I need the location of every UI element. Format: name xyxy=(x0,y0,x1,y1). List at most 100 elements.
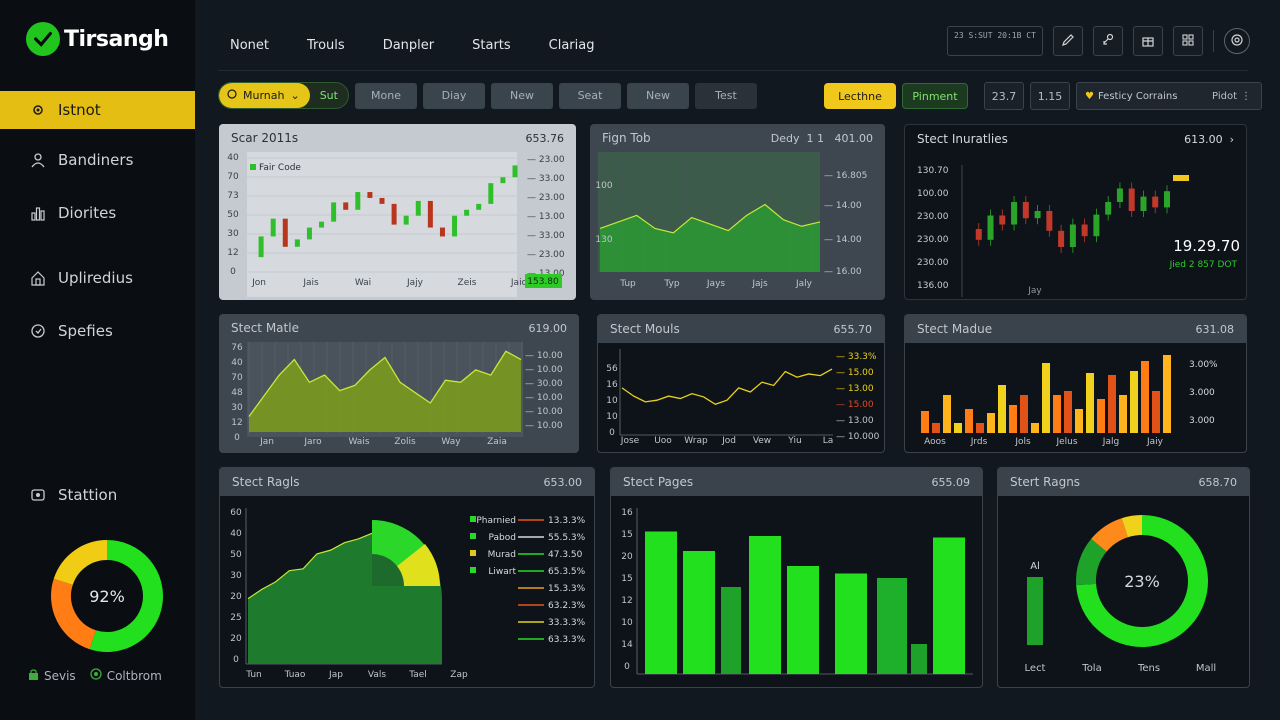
candle xyxy=(343,202,349,210)
link-button[interactable] xyxy=(1093,26,1123,56)
x-tick: Jay xyxy=(1027,286,1042,296)
ragls-area-chart: 60 40 50 30 20 25 20 0 Pharnied Pabod Murad Liwart 1… xyxy=(230,508,586,680)
y-tick-right: — 13.00 xyxy=(836,384,874,394)
grid-icon xyxy=(1181,32,1195,51)
x-tick: Jaly xyxy=(795,279,813,289)
sidebar-item-label: Istnot xyxy=(58,101,101,119)
app-title: Tirsangh xyxy=(64,26,169,52)
x-tick: Tael xyxy=(408,670,427,680)
candle xyxy=(464,209,470,216)
candle xyxy=(319,221,325,228)
value-box[interactable]: 23.7 xyxy=(984,82,1024,110)
y-tick: 73 xyxy=(227,191,238,201)
app-logo[interactable]: Tirsangh xyxy=(26,22,169,56)
bar xyxy=(1009,405,1017,433)
sidebar-item-bandiners[interactable]: Bandiners xyxy=(0,141,195,179)
x-tick: Tens xyxy=(1137,663,1160,674)
bar xyxy=(1053,395,1061,433)
panel-ragls: Stect Ragls 653.00 60 40 50 30 20 25 20 0 Pharni… xyxy=(219,467,595,688)
candle xyxy=(379,197,385,204)
bar xyxy=(1141,361,1149,433)
value-box[interactable]: 1.15 xyxy=(1030,82,1070,110)
bar xyxy=(1064,391,1072,433)
candle xyxy=(512,165,518,178)
y-tick: 10 xyxy=(621,618,633,628)
pen-button[interactable] xyxy=(1053,26,1083,56)
topnav-item[interactable]: Nonet xyxy=(230,38,269,53)
bar xyxy=(998,385,1006,433)
candle xyxy=(294,239,300,247)
bar xyxy=(911,644,927,674)
y-tick: 40 xyxy=(230,529,242,539)
bar xyxy=(749,536,781,674)
topnav-item[interactable]: Starts xyxy=(472,38,511,53)
pinment-button[interactable]: Pinment xyxy=(902,83,968,109)
topnav-item[interactable]: Trouls xyxy=(307,38,345,53)
sevis-link[interactable]: Sevis xyxy=(28,669,76,683)
candle xyxy=(488,183,494,204)
filter-chip[interactable]: Seat xyxy=(558,82,621,109)
topnav-item[interactable]: Danpler xyxy=(383,38,434,53)
bar xyxy=(1086,373,1094,433)
x-tick: Jajs xyxy=(751,279,768,289)
sidebar-item-stattion[interactable]: Stattion xyxy=(0,476,195,514)
lecthne-button[interactable]: Lecthne xyxy=(824,83,896,109)
sidebar-item-diorites[interactable]: Diorites xyxy=(0,194,195,232)
sidebar-item-label: Spefies xyxy=(58,322,113,340)
candle xyxy=(415,200,421,216)
lock-icon xyxy=(28,668,39,683)
y-tick-right: — 13.00 xyxy=(527,212,565,222)
panel-fign: Fign Tob Dedy 1 1 401.00 100 130— 16.805—… xyxy=(590,124,885,300)
more-icon[interactable]: ⋮ xyxy=(1241,91,1251,102)
candle xyxy=(500,177,506,184)
y-tick: 0 xyxy=(624,662,630,672)
segment-other[interactable]: Sut xyxy=(310,83,348,108)
x-tick: La xyxy=(823,436,834,446)
sidebar-item-upliredius[interactable]: Upliredius xyxy=(0,259,195,297)
candle xyxy=(258,236,264,258)
x-tick: Zap xyxy=(450,670,468,680)
x-tick: Tup xyxy=(619,279,636,289)
panel-pages: Stect Pages 655.09 16 15 20 15 12 10 14 0 xyxy=(610,467,983,688)
spiral-icon xyxy=(1230,32,1244,51)
ragns-donut-slice-2 xyxy=(1091,518,1129,553)
coltbrom-link[interactable]: Coltbrom xyxy=(90,668,162,683)
y-tick: 0 xyxy=(609,428,615,438)
pages-bar-chart: 16 15 20 15 12 10 14 0 xyxy=(621,508,973,675)
x-tick: Wais xyxy=(348,437,369,447)
gift-button[interactable] xyxy=(1133,26,1163,56)
heart-icon: ♥ xyxy=(1085,90,1094,102)
marker xyxy=(1173,175,1189,181)
grid-button[interactable] xyxy=(1173,26,1203,56)
x-tick: Tun xyxy=(245,670,262,680)
bar xyxy=(645,531,677,674)
topnav-item[interactable]: Clariag xyxy=(549,38,595,53)
sidebar-item-spefies[interactable]: Spefies xyxy=(0,312,195,350)
legend-label: Pabod xyxy=(489,533,516,543)
legend-label: Murad xyxy=(488,550,516,560)
sub-value: Jied 2 857 DOT xyxy=(1169,260,1238,270)
sidebar-item-istnot[interactable]: Istnot xyxy=(0,91,195,129)
filter-chip[interactable]: Test xyxy=(694,82,757,109)
filter-bar: Murnah ⌄ Sut Mone Diay New Seat New Test xyxy=(218,82,757,109)
candle xyxy=(1022,202,1029,219)
profile-button[interactable] xyxy=(1224,28,1250,54)
segment-active[interactable]: Murnah ⌄ xyxy=(219,83,310,108)
filter-dropdown[interactable]: ♥ Festicy Corrains Pidot ⋮ xyxy=(1076,82,1262,110)
candle xyxy=(331,202,337,222)
y-tick-right: — 15.00 xyxy=(836,400,874,410)
y-tick-right: — 16.00 xyxy=(824,267,862,277)
filter-chip[interactable]: Mone xyxy=(354,82,417,109)
legend-swatch xyxy=(470,550,476,556)
y-tick-right: — 10.000 xyxy=(836,432,880,442)
legend-value: 63.3.3% xyxy=(548,635,586,645)
y-tick-right: — 30.00 xyxy=(525,379,563,389)
inuratlies-candle-chart: 130.70100.00230.00230.00230.00136.002 00… xyxy=(917,165,1240,297)
filter-chip[interactable]: New xyxy=(490,82,553,109)
filter-chip[interactable]: New xyxy=(626,82,689,109)
y-tick-right: 3.000 xyxy=(1189,388,1215,398)
y-tick-right: — 15.00 xyxy=(836,368,874,378)
x-tick: Jon xyxy=(251,278,266,288)
filter-chip[interactable]: Diay xyxy=(422,82,485,109)
x-tick: Jelus xyxy=(1055,437,1077,447)
